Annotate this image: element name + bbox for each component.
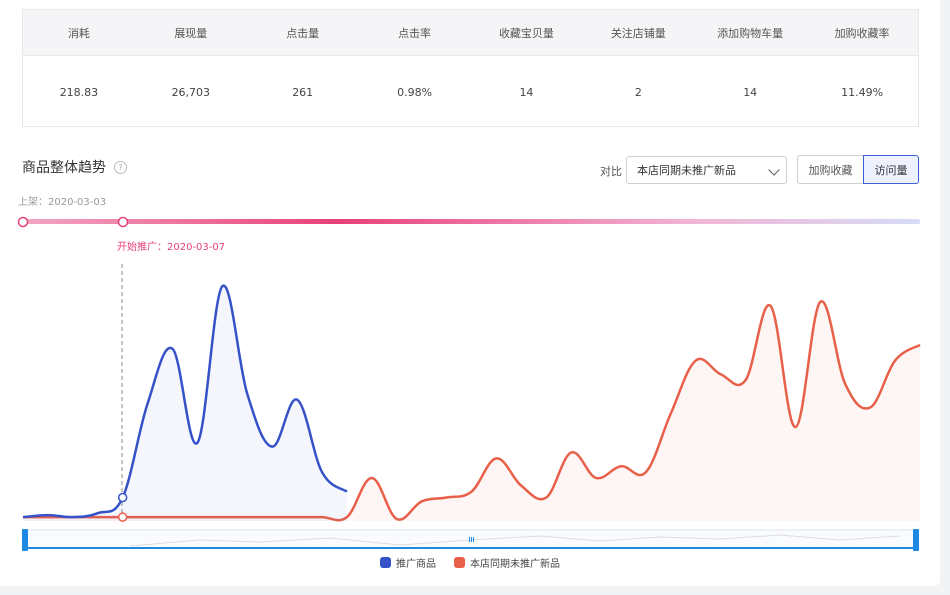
legend-swatch bbox=[454, 557, 465, 568]
hover-point-0[interactable] bbox=[117, 492, 128, 503]
zoom-grip[interactable] bbox=[473, 537, 474, 542]
legend-item-promoted[interactable]: 推广商品 bbox=[380, 555, 436, 570]
zoom-handle-right[interactable] bbox=[913, 529, 919, 551]
zoom-grip[interactable] bbox=[469, 537, 470, 542]
legend-label: 本店同期未推广新品 bbox=[470, 559, 560, 570]
legend-item-baseline[interactable]: 本店同期未推广新品 bbox=[454, 555, 560, 570]
legend-swatch bbox=[380, 557, 391, 568]
trend-chart bbox=[17, 216, 921, 551]
promo-marker[interactable] bbox=[117, 216, 129, 228]
listing-marker[interactable] bbox=[17, 216, 29, 228]
zoom-overview[interactable] bbox=[24, 529, 917, 549]
legend-label: 推广商品 bbox=[396, 559, 436, 570]
hover-point-1[interactable] bbox=[117, 512, 128, 522]
chart-legend: 推广商品 本店同期未推广新品 bbox=[0, 555, 940, 570]
timeline-bar bbox=[23, 219, 920, 224]
zoom-handle-left[interactable] bbox=[22, 529, 28, 551]
zoom-grip[interactable] bbox=[471, 537, 472, 542]
zoom-range-bar bbox=[25, 547, 916, 549]
